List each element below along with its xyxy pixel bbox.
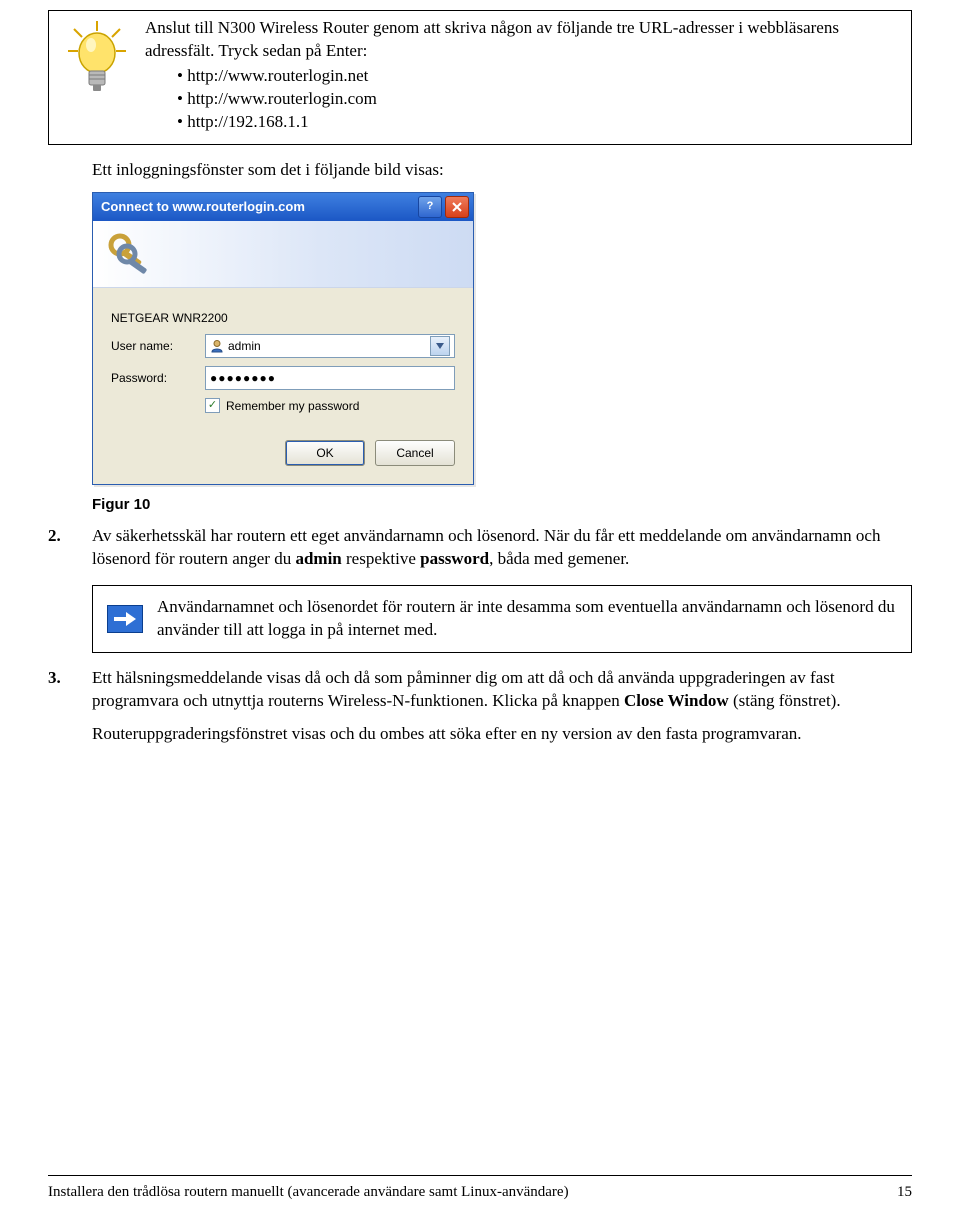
step-3: 3. Ett hälsningsmeddelande visas då och …	[48, 667, 912, 746]
dialog-title: Connect to www.routerlogin.com	[101, 198, 418, 216]
cancel-button[interactable]: Cancel	[375, 440, 455, 466]
step-3-body: Ett hälsningsmeddelande visas då och då …	[92, 667, 912, 746]
username-dropdown-button[interactable]	[430, 336, 450, 356]
server-row: NETGEAR WNR2200	[111, 310, 455, 326]
tip-url-2: http://www.routerlogin.com	[177, 88, 899, 111]
dialog-titlebar: Connect to www.routerlogin.com ?	[93, 193, 473, 221]
server-label: NETGEAR WNR2200	[111, 310, 228, 326]
note-box: Användarnamnet och lösenordet för router…	[92, 585, 912, 653]
step-2-number: 2.	[48, 525, 92, 571]
keys-icon	[105, 230, 153, 278]
footer-text: Installera den trådlösa routern manuellt…	[48, 1182, 569, 1202]
tip-box: Anslut till N300 Wireless Router genom a…	[48, 10, 912, 145]
tip-text: Anslut till N300 Wireless Router genom a…	[141, 15, 903, 136]
after-tip-text: Ett inloggningsfönster som det i följand…	[92, 159, 912, 182]
note-icon-cell	[99, 592, 151, 646]
step-2-text-e: , båda med gemener.	[489, 549, 629, 568]
lightbulb-icon	[62, 19, 132, 99]
help-button[interactable]: ?	[418, 196, 442, 218]
dialog-banner	[93, 221, 473, 288]
step-3-close-window: Close Window	[624, 691, 729, 710]
note-text: Användarnamnet och lösenordet för router…	[151, 592, 905, 646]
page-number: 15	[897, 1182, 912, 1202]
password-label: Password:	[111, 370, 205, 386]
user-icon	[210, 339, 224, 353]
figure-caption: Figur 10	[92, 495, 912, 515]
close-button[interactable]	[445, 196, 469, 218]
remember-label: Remember my password	[226, 398, 359, 414]
step-3-number: 3.	[48, 667, 92, 746]
tip-url-list: http://www.routerlogin.net http://www.ro…	[177, 65, 899, 134]
tip-url-3: http://192.168.1.1	[177, 111, 899, 134]
tip-url-1: http://www.routerlogin.net	[177, 65, 899, 88]
page-footer: Installera den trådlösa routern manuellt…	[48, 1175, 912, 1202]
step-2-admin: admin	[295, 549, 341, 568]
step-3-text-c: (stäng fönstret).	[729, 691, 841, 710]
login-dialog: Connect to www.routerlogin.com ? NETG	[92, 192, 474, 485]
username-label: User name:	[111, 338, 205, 354]
ok-button[interactable]: OK	[285, 440, 365, 466]
step-2: 2. Av säkerhetsskäl har routern ett eget…	[48, 525, 912, 571]
step-3-para-2: Routeruppgraderingsfönstret visas och du…	[92, 723, 912, 746]
password-value: ●●●●●●●●	[210, 370, 276, 386]
tip-icon-cell	[53, 15, 141, 136]
step-2-text-c: respektive	[342, 549, 420, 568]
checkbox-icon[interactable]: ✓	[205, 398, 220, 413]
arrow-icon	[107, 605, 143, 633]
dialog-body: NETGEAR WNR2200 User name: admin	[93, 221, 473, 484]
username-input[interactable]: admin	[205, 334, 455, 358]
step-2-password: password	[420, 549, 489, 568]
username-value: admin	[228, 338, 261, 354]
step-2-body: Av säkerhetsskäl har routern ett eget an…	[92, 525, 912, 571]
password-input[interactable]: ●●●●●●●●	[205, 366, 455, 390]
tip-intro: Anslut till N300 Wireless Router genom a…	[145, 17, 899, 63]
remember-checkbox-row[interactable]: ✓ Remember my password	[205, 398, 455, 414]
